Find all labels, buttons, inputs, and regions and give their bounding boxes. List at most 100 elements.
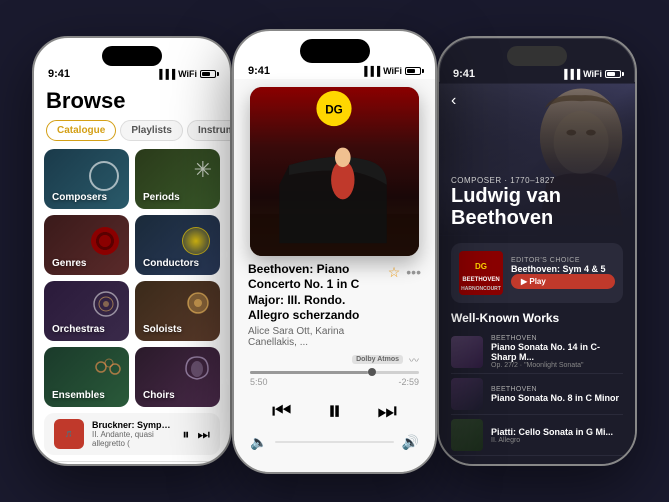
progress-bar[interactable] (250, 371, 419, 374)
work-title-0: Piano Sonata No. 14 in C-Sharp M... (491, 342, 623, 362)
np-thumb: 🎵 (54, 419, 84, 449)
choirs-label: Choirs (143, 390, 175, 401)
ec-album-art: DG BEETHOVEN HARNONCOURT (459, 251, 503, 295)
volume-icon[interactable]: 🔈 (250, 434, 267, 451)
phone-left: 9:41 ▐▐▐ WiFi Browse Catalogue Playlists… (32, 36, 232, 466)
orchestras-icon (91, 289, 121, 319)
editors-choice-card[interactable]: DG BEETHOVEN HARNONCOURT EDITOR'S CHOICE… (451, 243, 623, 303)
periods-label: Periods (143, 192, 180, 203)
work-title-1: Piano Sonata No. 8 in C Minor (491, 393, 619, 403)
dynamic-island-left (102, 46, 162, 66)
track-actions[interactable]: ☆ ••• (388, 262, 421, 281)
wifi-icon-left: WiFi (178, 69, 197, 79)
browse-item-soloists[interactable]: Soloists (135, 281, 220, 341)
choirs-icon (182, 353, 212, 381)
playback-controls[interactable]: ⏮ ⏸ ⏭ (234, 391, 435, 432)
work-info-2: Piatti: Cello Sonata in G Mi... II. Alle… (491, 427, 613, 444)
work-info-1: BEETHOVEN Piano Sonata No. 8 in C Minor (491, 386, 619, 403)
orchestras-label: Orchestras (52, 324, 105, 335)
tab-bar-left: ⌂ Home ♩ Browse ▤ Library ⊕ Search (34, 461, 230, 466)
play-pause-btn[interactable]: ⏸ (327, 395, 341, 428)
progress-thumb[interactable] (368, 368, 376, 376)
work-item-0[interactable]: BEETHOVEN Piano Sonata No. 14 in C-Sharp… (451, 331, 623, 374)
browse-tabs[interactable]: Catalogue Playlists Instruments (34, 120, 230, 149)
genres-label: Genres (52, 258, 86, 269)
dolby-row: Dolby Atmos 〰 (250, 352, 419, 367)
asterisk-icon: ✳ (194, 157, 212, 183)
work-item-2[interactable]: Piatti: Cello Sonata in G Mi... II. Alle… (451, 415, 623, 456)
now-playing-bar[interactable]: 🎵 Bruckner: Symphony No. 4 i... II. Anda… (44, 413, 220, 455)
signal-icon: ▐▐▐ (156, 69, 175, 79)
composer-hero: ‹ COMPOSER · 1770–1827 Ludwig van Beetho… (439, 82, 635, 237)
mid-screen: DG Beethoven: Piano Concerto No. 1 in C … (234, 79, 435, 474)
track-title: Beethoven: Piano Concerto No. 1 in C Maj… (248, 262, 388, 324)
work-item-1[interactable]: BEETHOVEN Piano Sonata No. 8 in C Minor (451, 374, 623, 415)
favorite-icon[interactable]: ☆ (388, 264, 401, 281)
time-mid: 9:41 (248, 65, 270, 77)
composer-category: COMPOSER · 1770–1827 (451, 176, 635, 185)
rewind-btn[interactable]: ⏮ (272, 398, 292, 424)
work-thumb-0 (451, 336, 483, 368)
composer-content: DG BEETHOVEN HARNONCOURT EDITOR'S CHOICE… (439, 237, 635, 466)
soloists-label: Soloists (143, 324, 182, 335)
status-bar-mid: 9:41 ▐▐▐ WiFi (234, 63, 435, 79)
status-icons-left: ▐▐▐ WiFi (156, 69, 216, 79)
status-bar-right: 9:41 ▐▐▐ WiFi (439, 66, 635, 82)
volume-up-icon[interactable]: 🔊 (402, 434, 419, 451)
browse-item-ensembles[interactable]: Ensembles (44, 347, 129, 407)
browse-item-orchestras[interactable]: Orchestras (44, 281, 129, 341)
browse-item-genres[interactable]: Genres (44, 215, 129, 275)
fast-forward-btn[interactable]: ⏭ (377, 398, 397, 424)
time-left: 9:41 (48, 68, 70, 80)
browse-item-choirs[interactable]: Choirs (135, 347, 220, 407)
np-next-btn[interactable]: ⏭ (197, 426, 210, 443)
tab-instruments[interactable]: Instruments (187, 120, 232, 141)
dynamic-island-mid (300, 39, 370, 63)
browse-item-conductors[interactable]: Conductors (135, 215, 220, 275)
signal-icon-mid: ▐▐▐ (361, 66, 380, 76)
back-button[interactable]: ‹ (451, 92, 456, 110)
phone-mid: 9:41 ▐▐▐ WiFi (232, 29, 437, 474)
status-icons-right: ▐▐▐ WiFi (561, 69, 621, 79)
volume-bar[interactable] (275, 441, 393, 443)
tab-catalogue[interactable]: Catalogue (46, 120, 116, 141)
extra-controls[interactable]: 🔈 🔊 (234, 432, 435, 453)
album-art: DG (250, 87, 419, 256)
np-controls[interactable]: ⏸ ⏭ (182, 426, 210, 443)
progress-current: 5:50 (250, 377, 268, 387)
dynamic-island-right (507, 46, 567, 66)
browse-item-composers[interactable]: Composers (44, 149, 129, 209)
ec-title: Beethoven: Sym 4 & 5 (511, 264, 615, 275)
ec-play-btn[interactable]: ▶ Play (511, 274, 615, 289)
progress-total: -2:59 (398, 377, 419, 387)
browse-item-periods[interactable]: ✳ Periods (135, 149, 220, 209)
svg-text:BEETHOVEN: BEETHOVEN (462, 277, 499, 283)
work-composer-1: BEETHOVEN (491, 386, 619, 393)
phones-container: 9:41 ▐▐▐ WiFi Browse Catalogue Playlists… (0, 0, 669, 502)
wifi-icon-mid: WiFi (383, 66, 402, 76)
wave-icon: 〰 (409, 352, 419, 367)
work-composer-0: BEETHOVEN (491, 335, 623, 342)
status-bar-left: 9:41 ▐▐▐ WiFi (34, 66, 230, 82)
ec-badge: EDITOR'S CHOICE (511, 257, 615, 264)
work-subtitle-0: Op. 27/2 · "Moonlight Sonata" (491, 362, 623, 369)
np-pause-btn[interactable]: ⏸ (182, 426, 189, 443)
dolby-badge: Dolby Atmos (352, 355, 403, 364)
right-screen: ‹ COMPOSER · 1770–1827 Ludwig van Beetho… (439, 82, 635, 466)
battery-mid (405, 67, 421, 75)
ensembles-icon (93, 355, 123, 383)
work-subtitle-2: II. Allegro (491, 437, 613, 444)
track-info: Beethoven: Piano Concerto No. 1 in C Maj… (248, 262, 388, 348)
conductors-label: Conductors (143, 258, 199, 269)
track-info-row: Beethoven: Piano Concerto No. 1 in C Maj… (234, 256, 435, 348)
np-title: Bruckner: Symphony No. 4 i... (92, 420, 174, 430)
svg-text:DG: DG (325, 103, 343, 116)
well-known-title: Well-Known Works (451, 311, 623, 325)
composer-name: Ludwig van Beethoven (451, 185, 635, 229)
tab-playlists[interactable]: Playlists (120, 120, 183, 141)
browse-screen: Browse Catalogue Playlists Instruments C… (34, 82, 230, 466)
work-info-0: BEETHOVEN Piano Sonata No. 14 in C-Sharp… (491, 335, 623, 369)
browse-grid: Composers ✳ Periods Genres Conductors (34, 149, 230, 407)
wifi-icon-right: WiFi (583, 69, 602, 79)
more-icon[interactable]: ••• (406, 264, 421, 280)
